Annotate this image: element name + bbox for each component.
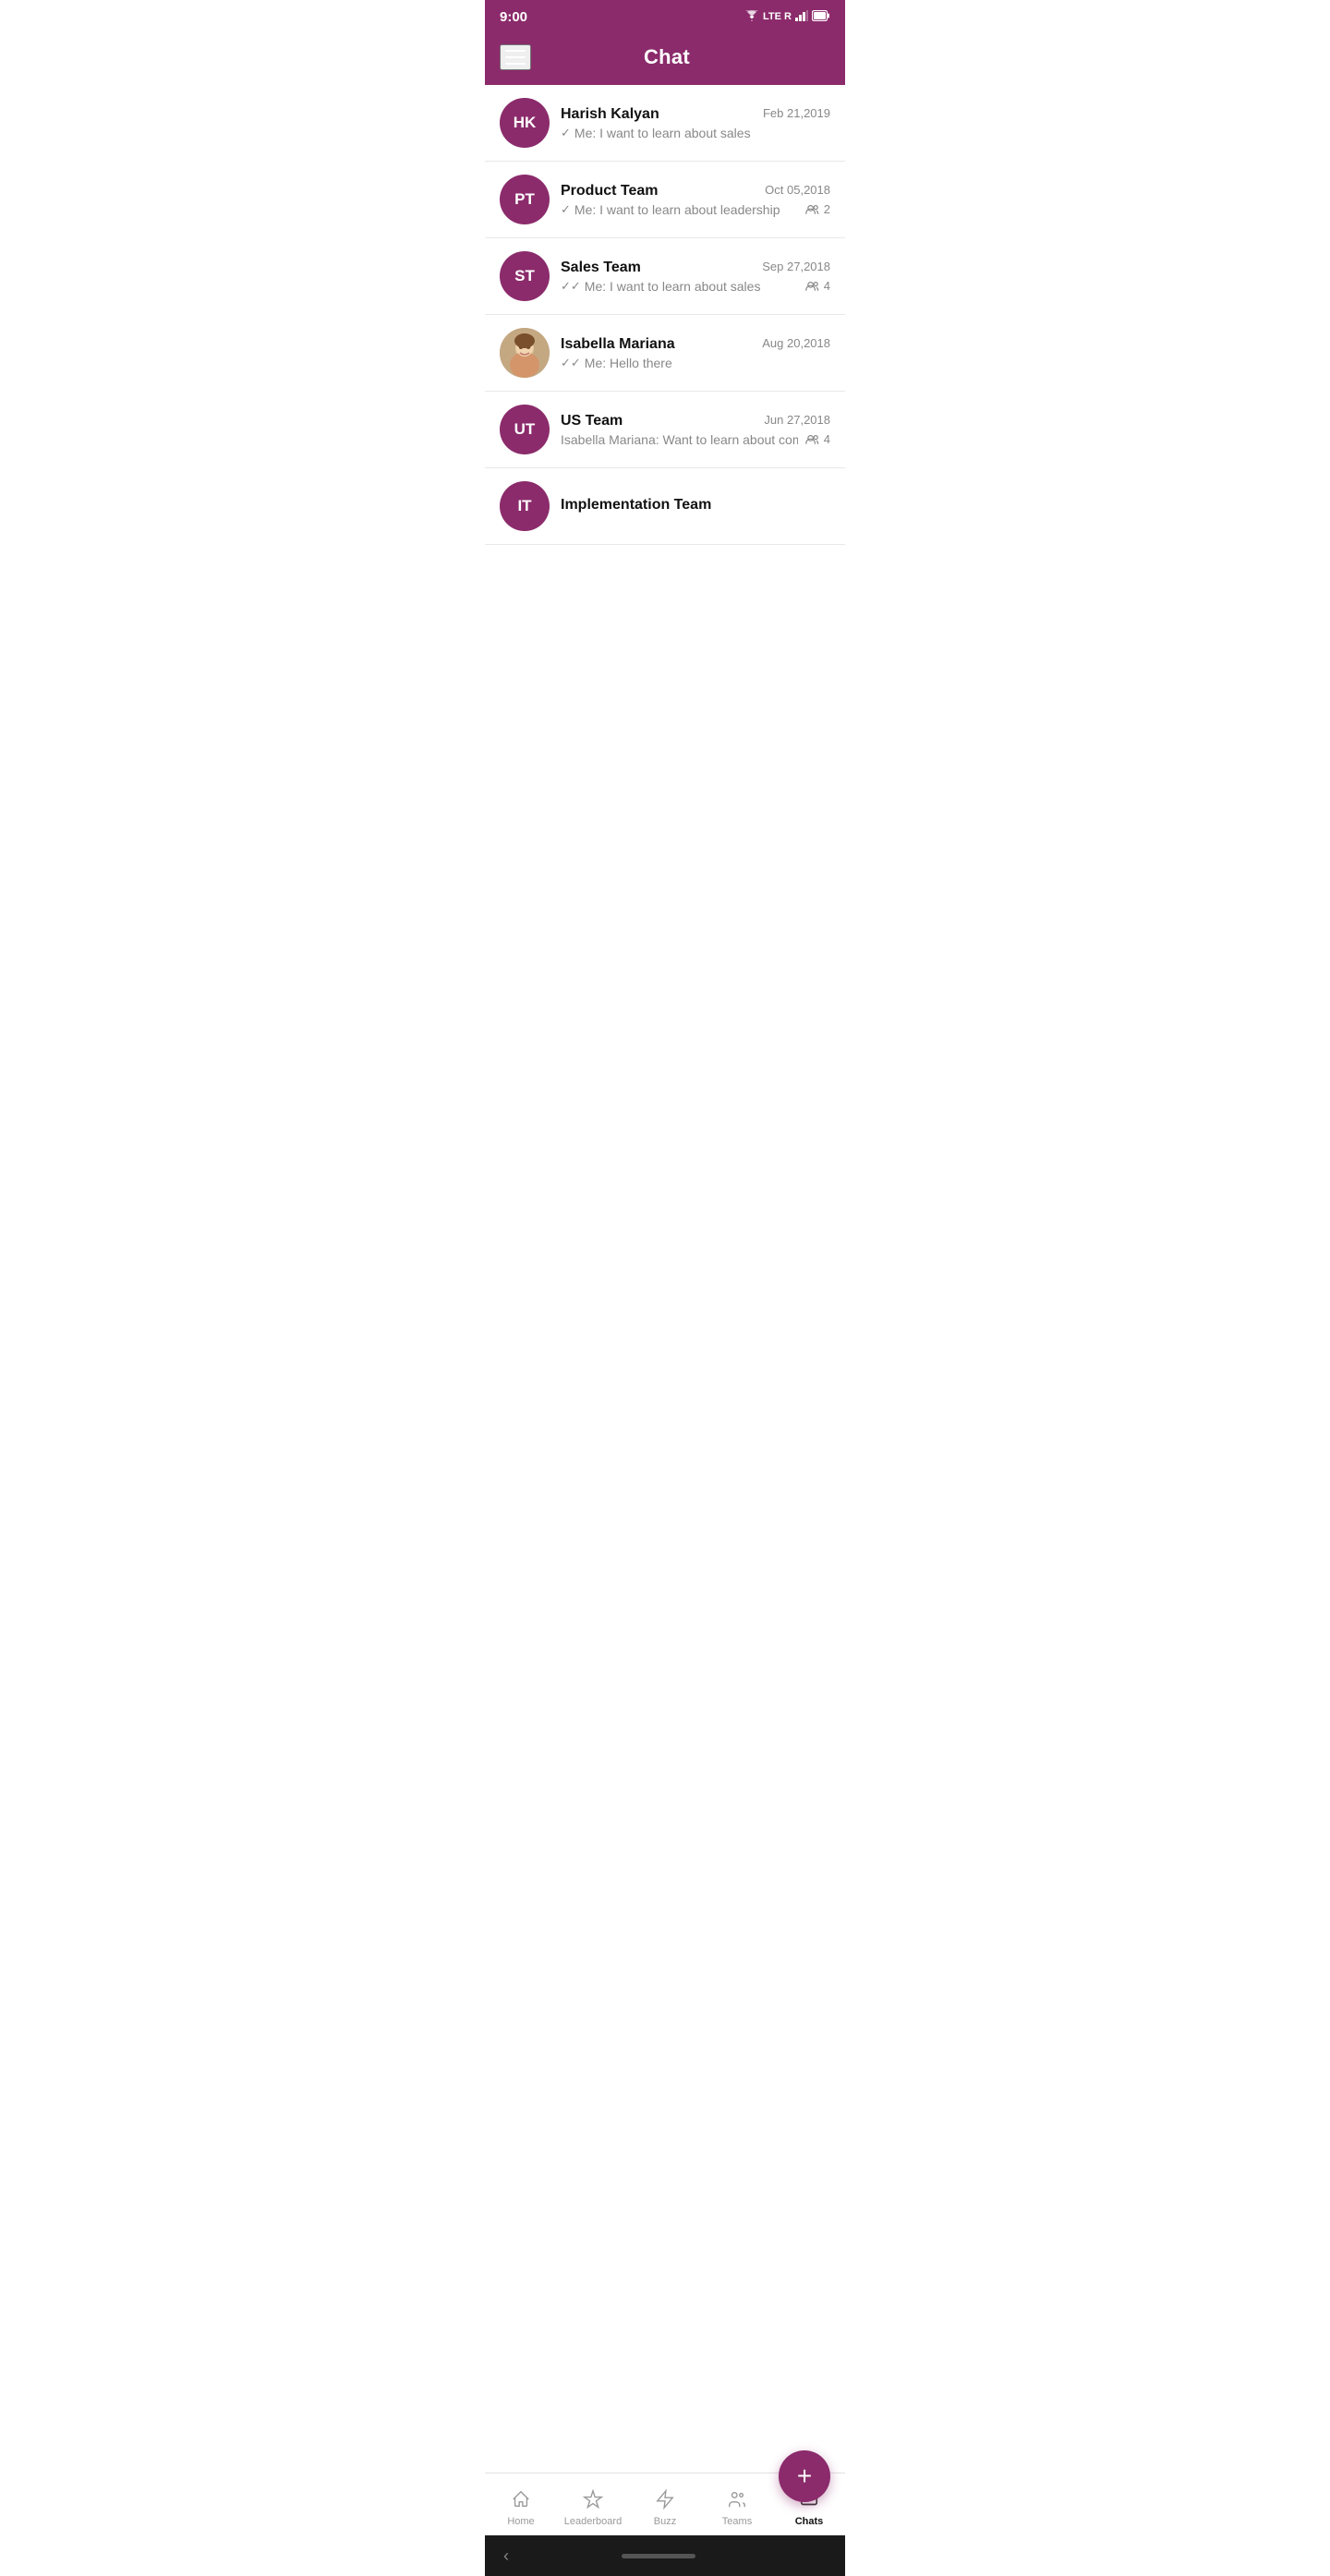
nav-label-buzz: Buzz bbox=[654, 2516, 676, 2527]
chat-content-isabella-mariana: Isabella Mariana Aug 20,2018 ✓✓ Me: Hello … bbox=[561, 336, 830, 370]
status-time: 9:00 bbox=[500, 9, 527, 25]
chat-meta-us-team: 4 bbox=[805, 432, 830, 446]
leaderboard-icon bbox=[583, 2489, 603, 2513]
members-icon bbox=[805, 281, 820, 292]
chat-name-implementation-team: Implementation Team bbox=[561, 497, 711, 514]
nav-label-home: Home bbox=[507, 2516, 534, 2527]
back-arrow[interactable]: ‹ bbox=[503, 2546, 509, 2566]
chat-meta-product-team: 2 bbox=[805, 202, 830, 216]
chat-preview-harish-kalyan: ✓ Me: I want to learn about sales bbox=[561, 126, 830, 140]
new-chat-button[interactable]: + bbox=[779, 2450, 830, 2502]
avatar-isabella-mariana bbox=[500, 328, 550, 378]
header: Chat bbox=[485, 33, 845, 85]
home-icon bbox=[511, 2489, 531, 2513]
chat-item-isabella-mariana[interactable]: Isabella Mariana Aug 20,2018 ✓✓ Me: Hello … bbox=[485, 315, 845, 392]
chat-date-isabella-mariana: Aug 20,2018 bbox=[762, 336, 830, 350]
avatar-us-team: UT bbox=[500, 405, 550, 454]
header-title: Chat bbox=[531, 45, 803, 69]
avatar-sales-team: ST bbox=[500, 251, 550, 301]
chat-name-product-team: Product Team bbox=[561, 183, 659, 200]
home-indicator-pill bbox=[622, 2554, 695, 2558]
double-check-icon: ✓✓ bbox=[561, 279, 581, 294]
chat-item-us-team[interactable]: UT US Team Jun 27,2018 Isabella Mariana: Wa… bbox=[485, 392, 845, 468]
chat-preview-product-team: ✓ Me: I want to learn about leadership bbox=[561, 202, 798, 217]
members-icon bbox=[805, 204, 820, 215]
chat-content-us-team: US Team Jun 27,2018 Isabella Mariana: Want… bbox=[561, 413, 830, 447]
chat-item-implementation-team[interactable]: IT Implementation Team bbox=[485, 468, 845, 545]
chat-content-product-team: Product Team Oct 05,2018 ✓ Me: I want to l… bbox=[561, 183, 830, 217]
avatar-harish-kalyan: HK bbox=[500, 98, 550, 148]
chat-date-sales-team: Sep 27,2018 bbox=[762, 260, 830, 273]
chat-name-harish-kalyan: Harish Kalyan bbox=[561, 106, 659, 123]
chat-name-us-team: US Team bbox=[561, 413, 623, 429]
nav-label-teams: Teams bbox=[722, 2516, 752, 2527]
chat-date-us-team: Jun 27,2018 bbox=[764, 413, 830, 427]
nav-label-chats: Chats bbox=[795, 2516, 824, 2527]
nav-item-leaderboard[interactable]: Leaderboard bbox=[557, 2473, 629, 2535]
nav-item-home[interactable]: Home bbox=[485, 2473, 557, 2535]
chat-item-product-team[interactable]: PT Product Team Oct 05,2018 ✓ Me: I want to… bbox=[485, 162, 845, 238]
chat-preview-us-team: Isabella Mariana: Want to learn about co… bbox=[561, 432, 798, 447]
chat-preview-isabella-mariana: ✓✓ Me: Hello there bbox=[561, 356, 830, 370]
chat-name-sales-team: Sales Team bbox=[561, 260, 641, 276]
chat-date-harish-kalyan: Feb 21,2019 bbox=[763, 106, 830, 120]
nav-label-leaderboard: Leaderboard bbox=[564, 2516, 622, 2527]
chat-name-isabella-mariana: Isabella Mariana bbox=[561, 336, 675, 353]
check-icon: ✓ bbox=[561, 126, 571, 140]
teams-icon bbox=[727, 2489, 747, 2513]
status-bar: 9:00 LTE R bbox=[485, 0, 845, 33]
chat-date-product-team: Oct 05,2018 bbox=[765, 183, 830, 197]
chat-item-harish-kalyan[interactable]: HK Harish Kalyan Feb 21,2019 ✓ Me: I want t… bbox=[485, 85, 845, 162]
lte-indicator: LTE R bbox=[763, 11, 792, 22]
double-check-icon: ✓✓ bbox=[561, 356, 581, 370]
wifi-icon bbox=[744, 10, 759, 24]
buzz-icon bbox=[655, 2489, 675, 2513]
avatar-product-team: PT bbox=[500, 175, 550, 224]
home-indicator-bar: ‹ bbox=[485, 2535, 845, 2576]
chat-content-harish-kalyan: Harish Kalyan Feb 21,2019 ✓ Me: I want to … bbox=[561, 106, 830, 140]
avatar-implementation-team: IT bbox=[500, 481, 550, 531]
chat-content-sales-team: Sales Team Sep 27,2018 ✓✓ Me: I want to le… bbox=[561, 260, 830, 294]
status-icons: LTE R bbox=[744, 10, 830, 24]
chat-meta-sales-team: 4 bbox=[805, 279, 830, 293]
chat-list: HK Harish Kalyan Feb 21,2019 ✓ Me: I want t… bbox=[485, 85, 845, 2473]
members-icon bbox=[805, 434, 820, 445]
signal-icon bbox=[795, 10, 808, 24]
nav-item-buzz[interactable]: Buzz bbox=[629, 2473, 701, 2535]
check-icon: ✓ bbox=[561, 202, 571, 217]
nav-item-teams[interactable]: Teams bbox=[701, 2473, 773, 2535]
plus-icon: + bbox=[797, 2461, 812, 2491]
battery-icon bbox=[812, 10, 830, 24]
chat-item-sales-team[interactable]: ST Sales Team Sep 27,2018 ✓✓ Me: I want to … bbox=[485, 238, 845, 315]
menu-button[interactable] bbox=[500, 44, 531, 70]
chat-content-implementation-team: Implementation Team bbox=[561, 497, 830, 516]
chat-preview-sales-team: ✓✓ Me: I want to learn about sales bbox=[561, 279, 798, 294]
